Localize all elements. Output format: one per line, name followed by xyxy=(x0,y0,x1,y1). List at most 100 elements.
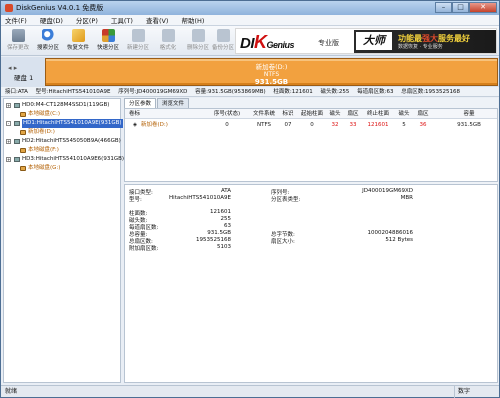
detail-value: 931.5GB xyxy=(207,230,231,236)
col-volume[interactable]: 卷标 xyxy=(129,109,165,119)
save-icon xyxy=(11,29,25,42)
backup-partition-icon xyxy=(216,29,230,42)
ad-banner[interactable]: 大师 功能最强大服务最好 数据恢复 · 专业服务 xyxy=(354,30,496,53)
search-partition-button[interactable]: 搜索分区 xyxy=(33,28,63,54)
cell-end-cyl: 121601 xyxy=(367,122,389,128)
partition-icon: ◈ xyxy=(132,122,138,128)
format-button[interactable]: 格式化 xyxy=(153,28,183,54)
cell-start-sector: 33 xyxy=(349,122,357,128)
disk-info-line: 接口:ATA 型号:HitachiHTS541010A9E 序列号:JD4000… xyxy=(1,87,499,97)
window-controls: – □ ✕ xyxy=(435,2,497,13)
table-header: 卷标 序号(状态) 文件系统 标识 起始柱面 磁头 扇区 终止柱面 磁头 扇区 … xyxy=(125,109,497,119)
main-panel: 分区参数 浏览文件 卷标 序号(状态) 文件系统 标识 起始柱面 磁头 扇区 终… xyxy=(124,98,498,383)
recover-file-icon xyxy=(71,29,85,42)
detail-value: MBR xyxy=(400,195,413,201)
menu-tools[interactable]: 工具(T) xyxy=(111,15,133,25)
diskgenius-logo: DIKGenius xyxy=(240,32,295,52)
info-model: 型号:HitachiHTS541010A9E xyxy=(35,89,111,95)
detail-value: 1000204886016 xyxy=(367,230,414,236)
tree-disk-hd2[interactable]: + HD2:HitachiHTS545050B9A(466GB) xyxy=(4,137,121,146)
info-heads: 磁头数:255 xyxy=(320,89,350,95)
save-button[interactable]: 保存更改 xyxy=(3,28,33,54)
search-partition-icon xyxy=(41,29,55,42)
ad-tagline: 数据恢复 · 专业服务 xyxy=(398,44,443,50)
window-title: DiskGenius V4.0.1 免费版 xyxy=(16,4,104,12)
partition-block[interactable]: 新加卷(D:) NTFS 931.5GB xyxy=(45,58,498,86)
expand-icon[interactable]: + xyxy=(6,139,11,144)
col-filesystem[interactable]: 文件系统 xyxy=(249,109,279,119)
tree-disk-hd3[interactable]: + HD3:HitachiHTS541010A9E6(931GB) xyxy=(4,155,124,164)
info-sectors: 每道扇区数:63 xyxy=(357,89,394,95)
close-button[interactable]: ✕ xyxy=(469,2,497,13)
cell-index: 0 xyxy=(225,122,229,128)
partition-block-size: 931.5GB xyxy=(254,78,289,86)
disk-tree[interactable]: + HD0:M4-CT128M4SSD1(119GB) 本地磁盘(C:) - H… xyxy=(3,98,124,383)
collapse-icon[interactable]: - xyxy=(6,121,11,126)
brand-banner[interactable]: DIKGenius 专业版 大师 功能最强大服务最好 数据恢复 · 专业服务 xyxy=(235,28,497,54)
hard-disk-icon xyxy=(14,103,20,108)
expand-icon[interactable]: + xyxy=(6,157,11,162)
col-capacity[interactable]: 容量 xyxy=(447,109,491,119)
new-partition-icon xyxy=(131,29,145,42)
status-text: 就绪 xyxy=(5,388,18,395)
col-id[interactable]: 标识 xyxy=(279,109,297,119)
brand-subtitle: 专业版 xyxy=(318,39,339,47)
menu-partition[interactable]: 分区(P) xyxy=(76,15,98,25)
detail-value: HitachiHTS541010A9E xyxy=(169,195,231,201)
disk-map-bar: ◂ ▸ 硬盘 1 新加卷(D:) NTFS 931.5GB xyxy=(1,57,499,87)
toolbar: 保存更改 搜索分区 恢复文件 快速分区 新建分区 格式化 删除分区 备份分区 D… xyxy=(1,26,499,56)
tab-browse-files[interactable]: 浏览文件 xyxy=(157,98,190,108)
num-lock-indicator: 数字 xyxy=(454,386,494,398)
partition-block-fs: NTFS xyxy=(263,71,280,78)
menu-help[interactable]: 帮助(H) xyxy=(181,15,204,25)
minimize-button[interactable]: – xyxy=(435,2,452,13)
info-interface: 接口:ATA xyxy=(5,89,28,95)
cell-end-sector: 36 xyxy=(419,122,427,128)
backup-partition-button[interactable]: 备份分区 xyxy=(208,28,238,54)
maximize-button[interactable]: □ xyxy=(452,2,469,13)
tree-partition-g[interactable]: 本地磁盘(G:) xyxy=(4,164,120,173)
cell-start-cyl: 0 xyxy=(310,122,314,128)
col-end-cyl[interactable]: 终止柱面 xyxy=(363,109,393,119)
tab-strip: 分区参数 浏览文件 xyxy=(124,98,190,108)
partition-icon xyxy=(20,130,26,135)
col-start-cyl[interactable]: 起始柱面 xyxy=(297,109,327,119)
title-bar[interactable]: DiskGenius V4.0.1 免费版 – □ ✕ xyxy=(1,1,499,15)
col-end-head[interactable]: 磁头 xyxy=(395,109,413,119)
col-start-sector[interactable]: 扇区 xyxy=(343,109,363,119)
disk-details: 接口类型: ATA 型号: HitachiHTS541010A9E 柱面数: 1… xyxy=(124,184,498,383)
detail-value: 63 xyxy=(224,223,231,229)
tree-partition-f[interactable]: 本地磁盘(F:) xyxy=(4,146,120,155)
col-end-sector[interactable]: 扇区 xyxy=(413,109,433,119)
recover-file-button[interactable]: 恢复文件 xyxy=(63,28,93,54)
expand-icon[interactable]: + xyxy=(6,103,11,108)
tab-partition-params[interactable]: 分区参数 xyxy=(124,98,157,108)
disk-nav-arrows[interactable]: ◂ ▸ xyxy=(8,64,17,72)
menu-view[interactable]: 查看(V) xyxy=(146,15,169,25)
detail-label: 分区表类型: xyxy=(271,197,301,203)
table-row[interactable]: ◈ 新加卷(D:) 0 NTFS 07 0 32 33 121601 5 36 … xyxy=(125,120,497,130)
menu-file[interactable]: 文件(F) xyxy=(5,15,27,25)
partition-icon xyxy=(20,166,26,171)
tree-partition-c[interactable]: 本地磁盘(C:) xyxy=(4,110,120,119)
cell-start-head: 32 xyxy=(331,122,339,128)
partition-icon xyxy=(20,112,26,117)
cell-volume: 新加卷(D:) xyxy=(141,122,168,128)
cell-capacity: 931.5GB xyxy=(457,122,481,128)
ad-logo: 大师 xyxy=(356,32,392,50)
hard-disk-icon xyxy=(14,139,20,144)
detail-value: 512 Bytes xyxy=(385,237,413,243)
detail-value: 1953525168 xyxy=(196,237,231,243)
tree-disk-hd1[interactable]: - HD1:HitachiHTS541010A9E(931GB) xyxy=(4,119,123,128)
new-partition-button[interactable]: 新建分区 xyxy=(123,28,153,54)
col-start-head[interactable]: 磁头 xyxy=(327,109,343,119)
info-total-sectors: 总扇区数:1953525168 xyxy=(401,89,461,95)
col-index[interactable]: 序号(状态) xyxy=(205,109,249,119)
detail-label: 附加扇区数: xyxy=(129,246,159,252)
tree-disk-hd0[interactable]: + HD0:M4-CT128M4SSD1(119GB) xyxy=(4,101,120,110)
hard-disk-icon xyxy=(14,121,20,126)
menu-disk[interactable]: 硬盘(D) xyxy=(40,15,63,25)
quick-partition-button[interactable]: 快速分区 xyxy=(93,28,123,54)
tree-partition-d[interactable]: 新加卷(D:) xyxy=(4,128,120,137)
cell-end-head: 5 xyxy=(402,122,406,128)
